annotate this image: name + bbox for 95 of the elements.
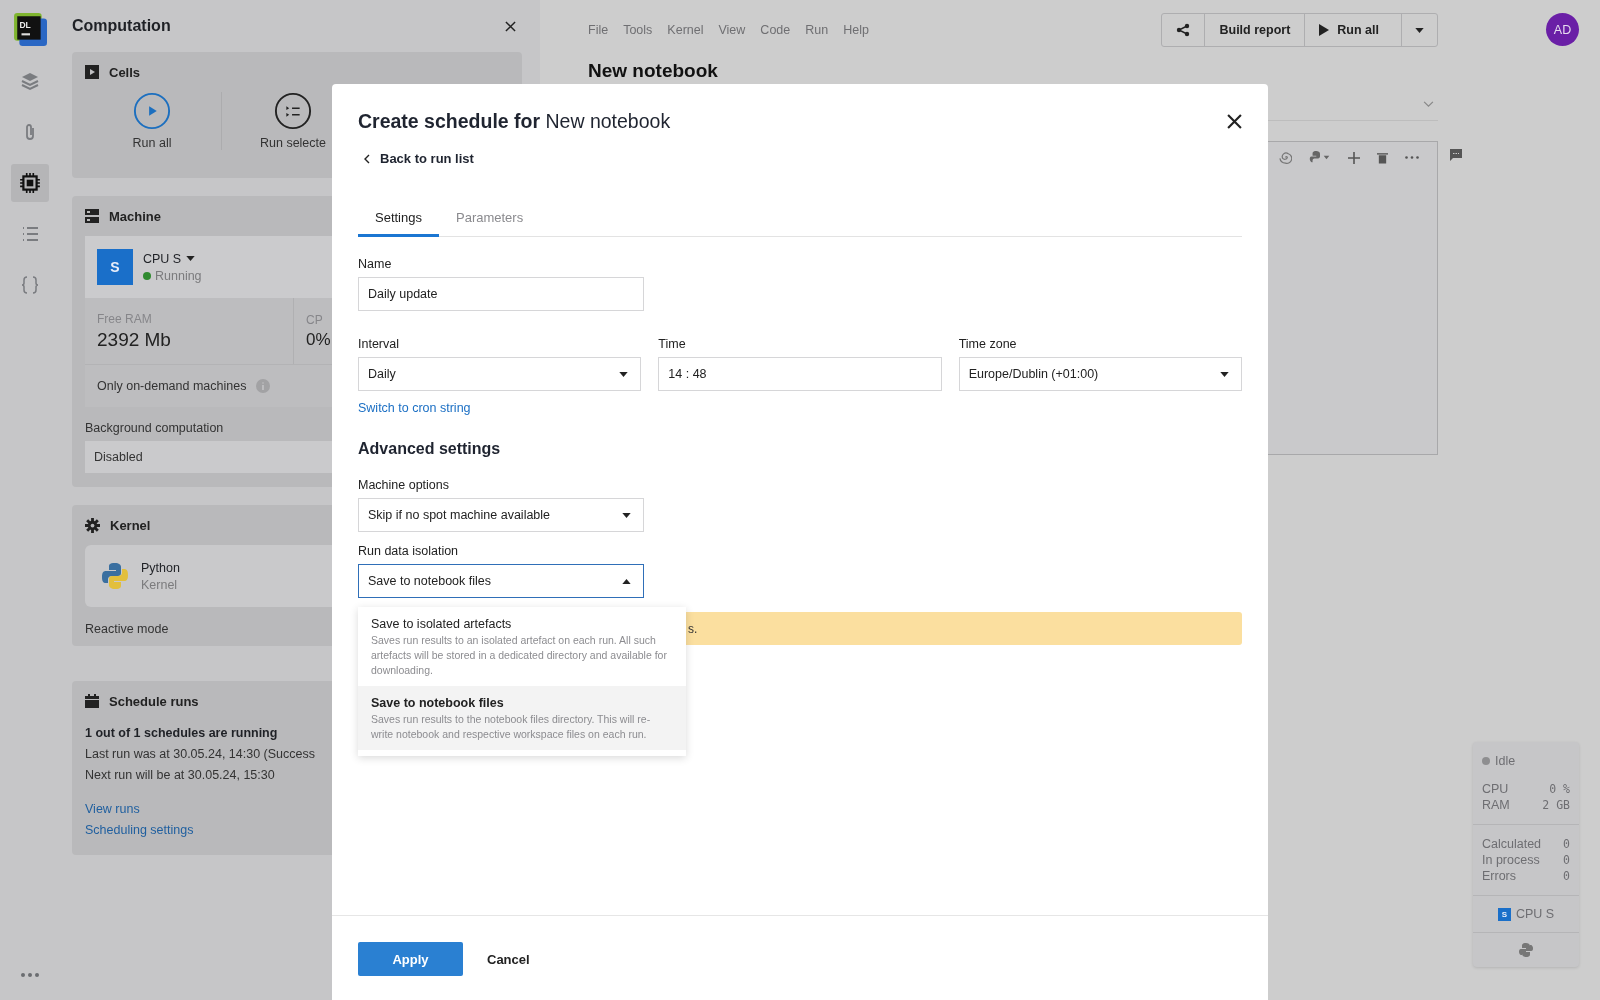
card-title: Schedule runs (109, 693, 199, 709)
count-label: Errors (1482, 869, 1517, 883)
machine-badge: S (97, 249, 133, 285)
card-title: Machine (109, 208, 161, 224)
close-icon[interactable] (505, 20, 516, 32)
field-label: Time zone (958, 337, 1018, 351)
tab[interactable]: Parameters (439, 202, 541, 237)
count-value: 0 (1563, 837, 1570, 851)
calendar-icon (85, 694, 99, 708)
metric-value: 2 GB (1542, 798, 1570, 812)
caret-icon (186, 256, 196, 261)
metric-label: CPU (1482, 782, 1509, 796)
run-selected-button[interactable]: Run selecte (248, 92, 338, 150)
field-label: Name (358, 257, 392, 271)
section-title: Advanced settings (358, 440, 501, 458)
status-dot (143, 271, 151, 280)
play-square-icon (85, 65, 99, 79)
caret-icon (622, 578, 631, 584)
trash-icon[interactable] (1377, 151, 1388, 164)
count-label: Calculated (1482, 837, 1542, 851)
play-icon (1319, 24, 1330, 36)
on-demand-label: Only on-demand machines (97, 379, 247, 393)
kernel-subtitle: Kernel (141, 577, 179, 592)
run-all-button[interactable]: Run all (1304, 14, 1401, 46)
machine-name: CPU S (143, 251, 182, 266)
server-icon (85, 209, 99, 223)
card-title: Kernel (110, 517, 151, 533)
machine-status: Running (155, 268, 202, 283)
plus-icon[interactable] (1348, 151, 1360, 164)
name-field[interactable]: Daily update (358, 277, 644, 311)
share-icon (1176, 23, 1191, 37)
machine-name: CPU S (1515, 907, 1555, 921)
cancel-button[interactable]: Cancel (481, 942, 536, 976)
list-circle-icon (274, 92, 312, 130)
close-icon[interactable] (1227, 114, 1242, 129)
python-icon[interactable] (1519, 943, 1533, 957)
metric-value: 0 % (1549, 782, 1570, 796)
tab[interactable]: Settings (358, 202, 439, 237)
stat-value: 0% (306, 329, 331, 350)
python-icon (101, 562, 129, 590)
machine-badge: S (1497, 907, 1511, 921)
back-link[interactable]: Back to run list (364, 151, 474, 166)
chevron-icon (1423, 100, 1434, 108)
metric-label: RAM (1482, 798, 1510, 812)
chip-icon[interactable] (11, 164, 49, 202)
caret-icon (619, 371, 629, 377)
more-icon[interactable] (20, 972, 40, 978)
apply-button[interactable]: Apply (358, 942, 463, 976)
user-avatar[interactable]: AD (1546, 13, 1579, 46)
panel-title: Computation (72, 17, 171, 35)
field-label: Run data isolation (358, 544, 459, 558)
info-icon (256, 379, 271, 393)
dialog-title: Create schedule for New notebook (358, 110, 671, 133)
timezone-select[interactable]: Europe/Dublin (+01:00) (958, 357, 1242, 391)
field-label: Time (658, 337, 687, 351)
cron-link[interactable]: Switch to cron string (358, 401, 471, 415)
caret-icon (1415, 27, 1424, 33)
warning-text: s. (688, 621, 698, 636)
dropdown-option[interactable]: Save to isolated artefacts Saves run results to an isolated artefact on each run. All such artefacts will be stored in a dedicated directory and available for downloading. (358, 607, 686, 686)
gear-icon (85, 517, 100, 533)
last-run-text: Last run was at 30.05.24, 14:30 (Success (85, 746, 315, 763)
play-circle-icon (133, 92, 171, 130)
option-description: Saves run results to the notebook files directory. This will re-write notebook and respective workspace files on each run. (371, 712, 652, 742)
caret-icon (622, 512, 631, 518)
field-label: Background computation (85, 421, 224, 435)
run-all-button[interactable]: Run all (85, 92, 219, 150)
stat-value: 2392 Mb (97, 328, 171, 351)
time-field[interactable]: 14 : 48 (658, 357, 942, 391)
count-label: In process (1482, 853, 1540, 867)
comment-icon[interactable] (1450, 149, 1462, 161)
field-label: Machine options (358, 478, 450, 492)
interval-select[interactable]: Daily (358, 357, 642, 391)
caret-icon (1220, 371, 1229, 377)
more-icon[interactable] (1405, 156, 1419, 159)
option-title: Save to isolated artefacts (371, 617, 513, 631)
python-icon[interactable] (1309, 151, 1331, 164)
kernel-state: Idle (1495, 754, 1516, 768)
kernel-name: Python (141, 560, 180, 575)
dropdown-option[interactable]: Save to notebook files Saves run results to the notebook files directory. This will re-write notebook and respective workspace files on each run. (358, 686, 686, 750)
isolation-select[interactable]: Save to notebook files (358, 564, 644, 598)
status-dot (1482, 757, 1490, 765)
option-description: Saves run results to an isolated artefact on each run. All such artefacts will be stored in a dedicated directory and available for downloading. (371, 633, 668, 678)
card-title: Cells (109, 64, 141, 80)
next-run-text: Next run will be at 30.05.24, 15:30 (85, 767, 275, 784)
field-label: Interval (358, 337, 400, 351)
schedule-summary: 1 out of 1 schedules are running (85, 725, 278, 742)
option-title: Save to notebook files (371, 696, 505, 710)
count-value: 0 (1563, 869, 1570, 883)
notebook-title: New notebook (588, 60, 719, 82)
spiral-icon[interactable] (1279, 151, 1292, 164)
count-value: 0 (1563, 853, 1570, 867)
build-report-button[interactable]: Build report (1204, 14, 1305, 46)
machine-options-select[interactable]: Skip if no spot machine available (358, 498, 644, 532)
reactive-mode-label: Reactive mode (85, 622, 169, 636)
chevron-icon (364, 153, 370, 164)
